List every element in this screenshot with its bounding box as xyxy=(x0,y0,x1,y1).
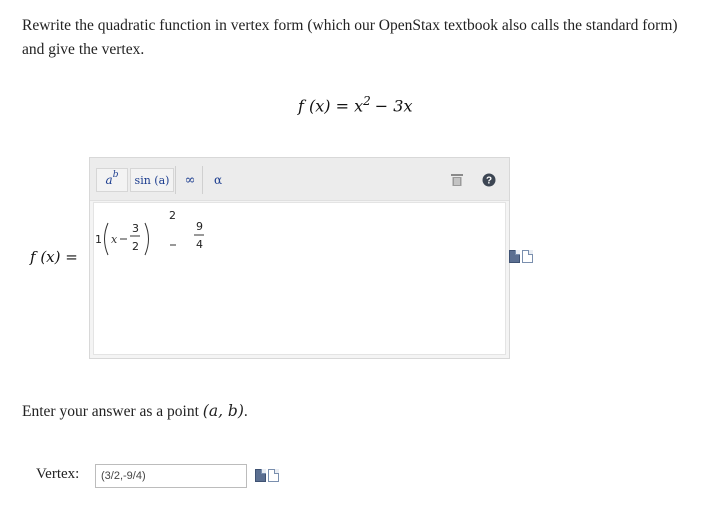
toolbar-separator xyxy=(175,166,176,194)
entry-leading: 1 xyxy=(95,233,102,246)
entry-exponent: 2 xyxy=(169,209,176,222)
document-icon[interactable] xyxy=(268,469,279,482)
right-paren xyxy=(144,222,149,256)
given-function: f (x) = x2 − 3x xyxy=(298,94,412,116)
vertex-label: Vertex: xyxy=(36,466,80,482)
toolbar-separator xyxy=(202,166,203,194)
sin-button-label: sin (a) xyxy=(134,173,170,187)
help-icon-graphic: ? xyxy=(482,173,496,187)
math-entry-area[interactable]: 1 x 3 2 2 9 4 xyxy=(93,202,506,355)
answer-function-label: f (x) = xyxy=(30,248,78,266)
alpha-button-label: α xyxy=(213,173,223,187)
entry-x: x xyxy=(111,233,118,246)
instruction-text: Enter your answer as a point (a, b). xyxy=(22,402,248,421)
given-function-exponent: 2 xyxy=(363,94,371,108)
math-toolbar: ab sin (a) ∞ α ? xyxy=(90,158,509,201)
trash-icon[interactable] xyxy=(446,168,468,192)
frac2-denominator: 4 xyxy=(196,238,203,251)
question-text: Rewrite the quadratic function in vertex… xyxy=(22,17,678,58)
math-entry-expression: 1 x 3 2 2 9 4 xyxy=(95,209,204,256)
preview-icon[interactable] xyxy=(509,250,520,263)
help-icon[interactable]: ? xyxy=(478,168,500,192)
power-button[interactable]: ab xyxy=(96,168,128,192)
math-editor: ab sin (a) ∞ α ? 1 x 3 2 2 9 4 xyxy=(89,157,510,359)
answer-status-icons xyxy=(509,250,533,263)
preview-icon[interactable] xyxy=(255,469,266,482)
infinity-button[interactable]: ∞ xyxy=(179,168,201,192)
given-function-rhs: − 3x xyxy=(374,96,413,116)
power-button-exp: b xyxy=(112,170,119,180)
instruction-suffix: . xyxy=(243,403,248,420)
sin-button[interactable]: sin (a) xyxy=(130,168,174,192)
trash-icon-graphic xyxy=(451,174,463,186)
power-button-base: a xyxy=(105,173,113,187)
vertex-status-icons xyxy=(255,469,279,482)
svg-text:?: ? xyxy=(486,176,492,187)
instruction-point: (a, b) xyxy=(202,402,244,420)
frac1-numerator: 3 xyxy=(132,222,139,235)
frac2-numerator: 9 xyxy=(196,220,203,233)
given-function-lhs: f (x) = x xyxy=(298,96,364,116)
frac1-denominator: 2 xyxy=(132,240,139,253)
infinity-button-label: ∞ xyxy=(184,172,196,188)
instruction-prefix: Enter your answer as a point xyxy=(22,403,199,420)
left-paren xyxy=(104,222,109,256)
alpha-button[interactable]: α xyxy=(207,168,229,192)
document-icon[interactable] xyxy=(522,250,533,263)
vertex-input[interactable] xyxy=(95,464,247,488)
